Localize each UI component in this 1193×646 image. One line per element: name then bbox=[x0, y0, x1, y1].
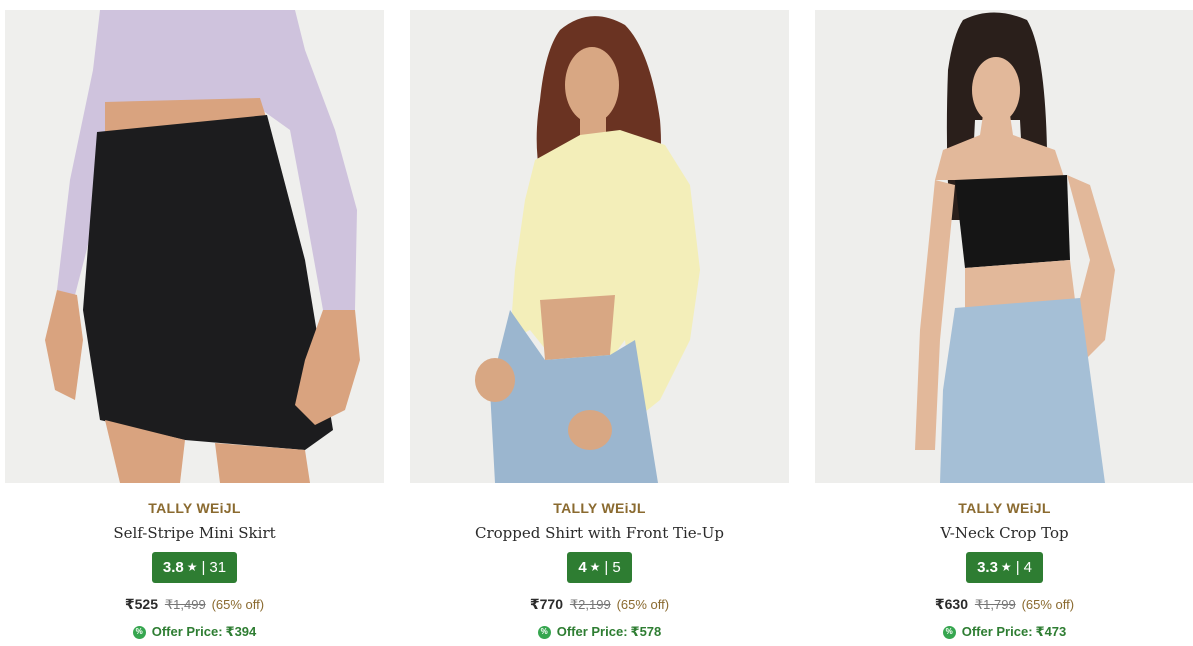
offer-label: Offer Price: bbox=[556, 624, 628, 639]
discount-percent: (65% off) bbox=[211, 597, 265, 612]
selling-price: ₹770 bbox=[529, 596, 563, 612]
product-grid: TALLY WEiJL Self-Stripe Mini Skirt 3.8 ★… bbox=[5, 10, 1193, 646]
product-photo bbox=[410, 10, 789, 483]
rating-badge: 3.3 ★ | 4 bbox=[966, 552, 1043, 583]
discount-percent: (65% off) bbox=[616, 597, 670, 612]
star-icon: ★ bbox=[186, 560, 198, 574]
price-row: ₹770 ₹2,199 (65% off) bbox=[530, 596, 669, 613]
star-icon: ★ bbox=[1000, 560, 1012, 574]
offer-price-row: % Offer Price: ₹394 bbox=[132, 624, 257, 640]
product-brand: TALLY WEiJL bbox=[553, 500, 646, 516]
rating-badge: 3.8 ★ | 31 bbox=[151, 552, 238, 583]
product-image-crop-top[interactable] bbox=[815, 10, 1193, 483]
rating-value: 3.3 bbox=[977, 559, 998, 576]
product-image-shirt[interactable] bbox=[410, 10, 789, 483]
offer-price: ₹578 bbox=[630, 624, 662, 639]
rating-separator: | bbox=[604, 559, 609, 576]
rating-count: 5 bbox=[612, 559, 621, 576]
product-name[interactable]: Self-Stripe Mini Skirt bbox=[113, 524, 275, 542]
star-icon: ★ bbox=[589, 560, 601, 574]
discount-percent: (65% off) bbox=[1021, 597, 1075, 612]
product-photo bbox=[815, 10, 1193, 483]
rating-count: 31 bbox=[209, 559, 227, 576]
rating-badge: 4 ★ | 5 bbox=[567, 552, 632, 583]
price-row: ₹630 ₹1,799 (65% off) bbox=[935, 596, 1074, 613]
rating-value: 4 bbox=[578, 559, 587, 576]
offer-label: Offer Price: bbox=[961, 624, 1033, 639]
mrp-price: ₹1,799 bbox=[974, 597, 1016, 612]
offer-percent-icon: % bbox=[942, 625, 956, 639]
product-brand: TALLY WEiJL bbox=[148, 500, 241, 516]
product-photo bbox=[5, 10, 384, 483]
product-card[interactable]: TALLY WEiJL V-Neck Crop Top 3.3 ★ | 4 ₹6… bbox=[815, 10, 1193, 646]
offer-label: Offer Price: bbox=[151, 624, 223, 639]
mrp-price: ₹1,499 bbox=[164, 597, 206, 612]
product-card[interactable]: TALLY WEiJL Self-Stripe Mini Skirt 3.8 ★… bbox=[5, 10, 384, 646]
product-card[interactable]: TALLY WEiJL Cropped Shirt with Front Tie… bbox=[410, 10, 789, 646]
rating-value: 3.8 bbox=[162, 559, 184, 576]
offer-price: ₹473 bbox=[1035, 624, 1067, 639]
product-brand: TALLY WEiJL bbox=[958, 500, 1051, 516]
rating-separator: | bbox=[1015, 559, 1020, 576]
mrp-price: ₹2,199 bbox=[569, 597, 611, 612]
price-row: ₹525 ₹1,499 (65% off) bbox=[125, 596, 264, 613]
rating-count: 4 bbox=[1023, 559, 1032, 576]
offer-percent-icon: % bbox=[537, 625, 551, 639]
product-name[interactable]: Cropped Shirt with Front Tie-Up bbox=[475, 524, 724, 542]
offer-percent-icon: % bbox=[132, 625, 146, 639]
offer-price-row: % Offer Price: ₹473 bbox=[942, 624, 1067, 640]
product-image-skirt[interactable] bbox=[5, 10, 384, 483]
selling-price: ₹525 bbox=[124, 596, 158, 612]
selling-price: ₹630 bbox=[934, 596, 968, 612]
offer-price: ₹394 bbox=[225, 624, 257, 639]
rating-separator: | bbox=[201, 559, 206, 576]
offer-price-row: % Offer Price: ₹578 bbox=[537, 624, 662, 640]
product-name[interactable]: V-Neck Crop Top bbox=[940, 524, 1068, 542]
